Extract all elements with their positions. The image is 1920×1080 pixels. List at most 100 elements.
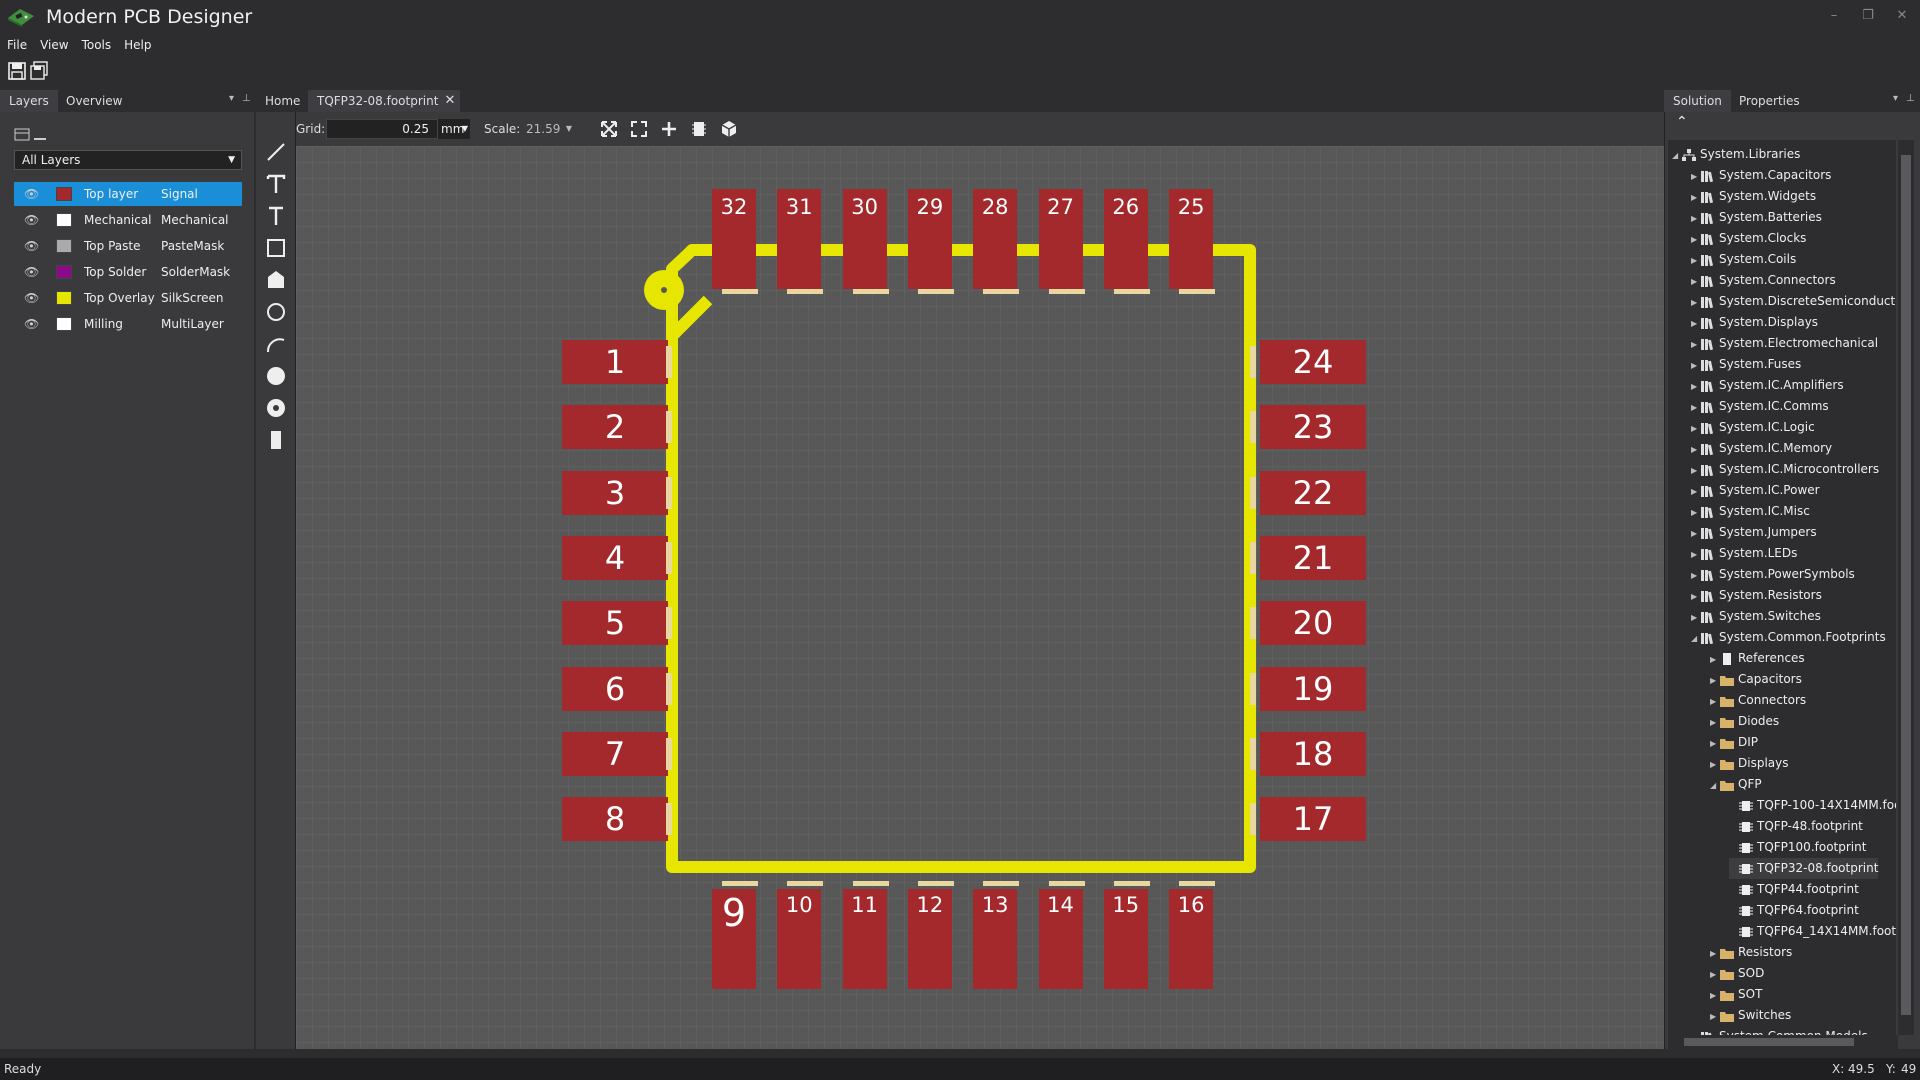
tree-node[interactable]: TQFP64.footprint xyxy=(1729,900,1859,921)
board-view-icon[interactable] xyxy=(690,120,708,138)
pad[interactable]: 25 xyxy=(1169,189,1214,289)
text-alt-tool-icon[interactable] xyxy=(264,204,288,228)
tree-node[interactable]: ◢ System.Libraries xyxy=(1672,144,1800,165)
tree-node[interactable]: ▶ System.IC.Power xyxy=(1691,480,1820,501)
tree-node[interactable]: ▶ SOD xyxy=(1710,963,1764,984)
tree-node[interactable]: ▶ System.Fuses xyxy=(1691,354,1801,375)
expand-arrow-icon[interactable]: ▶ xyxy=(1691,502,1701,523)
tree-node[interactable]: ▶ System.Displays xyxy=(1691,312,1818,333)
tree-node[interactable]: TQFP-48.footprint xyxy=(1729,816,1863,837)
tree-node[interactable]: ▶ Displays xyxy=(1710,753,1788,774)
expand-arrow-icon[interactable]: ▶ xyxy=(1691,523,1701,544)
arc-tool-icon[interactable] xyxy=(264,332,288,356)
pad[interactable]: 19 xyxy=(1260,666,1366,711)
pad[interactable]: 18 xyxy=(1260,731,1366,776)
close-window-button[interactable]: ✕ xyxy=(1890,8,1914,26)
expand-arrow-icon[interactable]: ▶ xyxy=(1691,439,1701,460)
pad[interactable]: 13 xyxy=(973,889,1018,989)
pin-icon[interactable]: ⊥ xyxy=(1906,93,1915,104)
layer-row[interactable]: 👁 Top Paste PasteMask xyxy=(14,234,242,258)
pad[interactable]: 28 xyxy=(973,189,1018,289)
scale-select[interactable]: 21.59 ▼ xyxy=(522,119,576,139)
pad[interactable]: 4 xyxy=(562,535,668,580)
expand-arrow-icon[interactable]: ▶ xyxy=(1691,607,1701,628)
tab-footprint[interactable]: TQFP32-08.footprint ✕ xyxy=(308,90,461,112)
layer-row[interactable]: 👁 Top Solder SolderMask xyxy=(14,260,242,284)
expand-arrow-icon[interactable]: ▶ xyxy=(1710,670,1720,691)
tree-node[interactable]: TQFP100.footprint xyxy=(1729,837,1866,858)
text-tool-icon[interactable] xyxy=(264,172,288,196)
pad[interactable]: 30 xyxy=(842,189,887,289)
pin-icon[interactable]: ⊥ xyxy=(242,93,251,104)
pad[interactable]: 5 xyxy=(562,601,668,646)
layer-color-swatch[interactable] xyxy=(56,187,72,201)
expand-arrow-icon[interactable]: ▶ xyxy=(1710,712,1720,733)
expand-arrow-icon[interactable]: ▶ xyxy=(1691,271,1701,292)
pad[interactable]: 3 xyxy=(562,470,668,515)
tree-node[interactable]: ▶ System.Widgets xyxy=(1691,186,1816,207)
save-icon[interactable] xyxy=(6,60,28,82)
pad[interactable]: 24 xyxy=(1260,340,1366,384)
expand-arrow-icon[interactable]: ▶ xyxy=(1691,544,1701,565)
expand-arrow-icon[interactable]: ▶ xyxy=(1691,481,1701,502)
expand-arrow-icon[interactable]: ▶ xyxy=(1691,355,1701,376)
layer-color-swatch[interactable] xyxy=(56,213,72,227)
close-tab-icon[interactable]: ✕ xyxy=(445,90,456,112)
tree-node[interactable]: ▶ System.IC.Logic xyxy=(1691,417,1815,438)
pad[interactable]: 31 xyxy=(777,189,822,289)
tree-node[interactable]: ▶ System.Switches xyxy=(1691,606,1821,627)
tree-node[interactable]: ▶ References xyxy=(1710,648,1805,669)
filled-circle-tool-icon[interactable] xyxy=(264,364,288,388)
expand-arrow-icon[interactable]: ▶ xyxy=(1691,397,1701,418)
pad[interactable]: 17 xyxy=(1260,797,1366,842)
pad[interactable]: 29 xyxy=(907,189,952,289)
layer-color-swatch[interactable] xyxy=(56,265,72,279)
tree-node[interactable]: TQFP-100-14X14MM.footprint xyxy=(1729,795,1896,816)
eye-icon[interactable]: 👁 xyxy=(24,234,39,258)
expand-arrow-icon[interactable]: ▶ xyxy=(1691,460,1701,481)
expand-arrow-icon[interactable]: ▶ xyxy=(1710,1006,1720,1027)
tree-node[interactable]: ▶ Resistors xyxy=(1710,942,1792,963)
expand-arrow-icon[interactable]: ▶ xyxy=(1691,565,1701,586)
hole-tool-icon[interactable] xyxy=(264,428,288,452)
tab-properties[interactable]: Properties xyxy=(1730,90,1809,112)
tree-node[interactable]: ▶ System.Clocks xyxy=(1691,228,1806,249)
tree-node[interactable]: ▶ System.Batteries xyxy=(1691,207,1822,228)
layer-row[interactable]: 👁 Top Overlay SilkScreen xyxy=(14,286,242,310)
layer-toggle-icon[interactable] xyxy=(14,128,48,142)
eye-icon[interactable]: 👁 xyxy=(24,286,39,310)
expand-arrow-icon[interactable]: ▶ xyxy=(1710,943,1720,964)
expand-arrow-icon[interactable]: ▶ xyxy=(1710,649,1720,670)
tree-node[interactable]: ◢ QFP xyxy=(1710,774,1762,795)
grid-input[interactable]: 0.25 xyxy=(326,119,438,139)
tree-node[interactable]: ▶ SOT xyxy=(1710,984,1762,1005)
menu-help[interactable]: Help xyxy=(117,36,157,52)
tree-node[interactable]: ▶ System.DiscreteSemiconductors xyxy=(1691,291,1896,312)
circle-tool-icon[interactable] xyxy=(264,300,288,324)
expand-arrow-icon[interactable]: ▶ xyxy=(1691,313,1701,334)
expand-arrow-icon[interactable]: ▶ xyxy=(1710,754,1720,775)
tree-node[interactable]: TQFP64_14X14MM.footprint xyxy=(1729,921,1896,942)
pad[interactable]: 8 xyxy=(562,797,668,842)
pad[interactable]: 7 xyxy=(562,731,668,776)
tree-node[interactable]: ▶ System.Electromechanical xyxy=(1691,333,1878,354)
tree-hscrollbar[interactable] xyxy=(1668,1035,1898,1049)
grid-unit-select[interactable]: mm ▼ xyxy=(438,119,470,139)
layer-row[interactable]: 👁 Mechanical Mechanical xyxy=(14,208,242,232)
expand-arrow-icon[interactable]: ▶ xyxy=(1710,985,1720,1006)
layer-color-swatch[interactable] xyxy=(56,317,72,331)
tree-node[interactable]: ◢ System.Common.Footprints xyxy=(1691,627,1886,648)
tree-node[interactable]: ▶ System.IC.Amplifiers xyxy=(1691,375,1844,396)
pad[interactable]: 14 xyxy=(1038,889,1083,989)
pad[interactable]: 6 xyxy=(562,666,668,711)
tab-layers[interactable]: Layers xyxy=(0,90,58,112)
expand-arrow-icon[interactable]: ▶ xyxy=(1691,187,1701,208)
pad[interactable]: 27 xyxy=(1038,189,1083,289)
add-icon[interactable] xyxy=(660,120,678,138)
expand-arrow-icon[interactable]: ▶ xyxy=(1691,586,1701,607)
layer-row[interactable]: 👁 Top layer Signal xyxy=(14,182,242,206)
layer-color-swatch[interactable] xyxy=(56,239,72,253)
panel-dropdown-icon[interactable]: ▾ xyxy=(1893,93,1898,104)
expand-arrow-icon[interactable]: ▶ xyxy=(1691,229,1701,250)
tree-node[interactable]: ▶ System.PowerSymbols xyxy=(1691,564,1855,585)
